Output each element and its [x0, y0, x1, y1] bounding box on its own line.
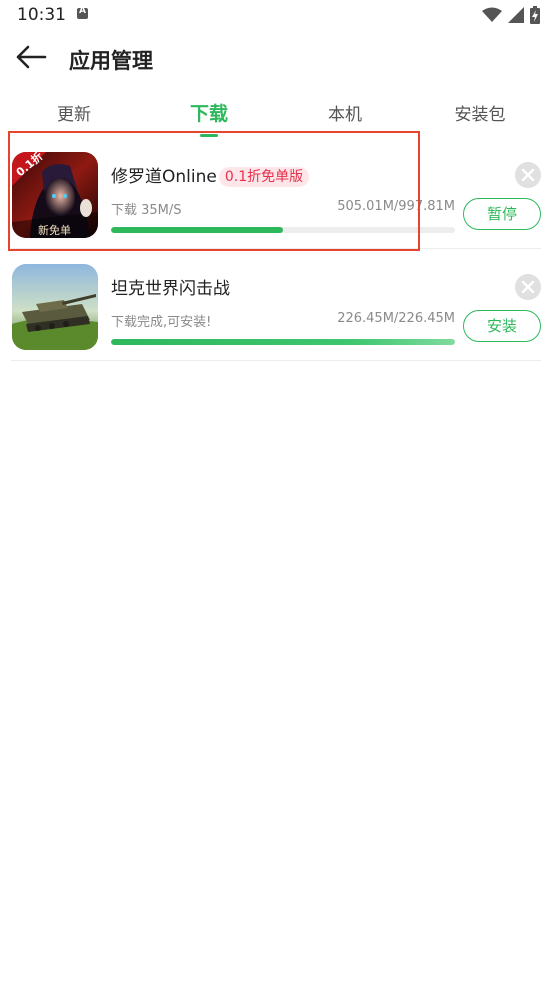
- tab-install-packages[interactable]: 安装包: [455, 100, 506, 125]
- back-arrow-icon: [16, 45, 47, 69]
- download-progress-bar: [111, 227, 455, 233]
- close-icon: [522, 169, 534, 181]
- download-progress-fill: [111, 339, 455, 345]
- discount-tag: 0.1折免单版: [218, 167, 310, 187]
- wifi-icon: [482, 7, 502, 22]
- tab-updates[interactable]: 更新: [57, 100, 91, 125]
- download-status: 下载 35M/S: [111, 203, 182, 218]
- header: 应用管理: [0, 32, 554, 88]
- remove-download-button[interactable]: [515, 162, 541, 188]
- app-name: 坦克世界闪击战: [111, 279, 230, 299]
- download-status: 下载完成,可安装!: [111, 315, 212, 330]
- back-button[interactable]: [14, 42, 54, 78]
- app-name: 修罗道Online: [111, 167, 217, 187]
- status-icons: [482, 6, 540, 24]
- install-button[interactable]: 安装: [463, 310, 541, 342]
- tab-downloads[interactable]: 下载: [190, 99, 228, 126]
- download-progress-bar: [111, 339, 455, 345]
- app-icon-xiuluodao[interactable]: 0.1折 新免单: [12, 152, 98, 238]
- close-icon: [522, 281, 534, 293]
- app-icon-caption: 新免单: [38, 224, 71, 237]
- signal-icon: [508, 7, 524, 23]
- pause-button[interactable]: 暂停: [463, 198, 541, 230]
- download-size: 505.01M/997.81M: [337, 199, 455, 214]
- remove-download-button[interactable]: [515, 274, 541, 300]
- download-progress-fill: [111, 227, 283, 233]
- download-item: 坦克世界闪击战 下载完成,可安装! 226.45M/226.45M 安装: [11, 250, 541, 361]
- active-tab-indicator: [200, 134, 218, 137]
- app-name-row: 坦克世界闪击战: [111, 274, 230, 299]
- battery-charging-icon: [530, 6, 540, 24]
- download-size: 226.45M/226.45M: [337, 311, 455, 326]
- tab-local[interactable]: 本机: [328, 100, 362, 125]
- tab-bar: 更新 下载 本机 安装包: [0, 92, 554, 138]
- status-time: 10:31: [17, 5, 66, 25]
- app-icon-artwork: [12, 264, 98, 350]
- app-name-row: 修罗道Online 0.1折免单版: [111, 162, 310, 187]
- page-title: 应用管理: [69, 49, 153, 73]
- status-bar: 10:31: [0, 0, 554, 32]
- accessibility-a-icon: [77, 6, 88, 19]
- download-item: 0.1折 新免单 修罗道Online 0.1折免单版 下载 35M/S 505.0…: [11, 138, 541, 249]
- app-icon-tank-blitz[interactable]: [12, 264, 98, 350]
